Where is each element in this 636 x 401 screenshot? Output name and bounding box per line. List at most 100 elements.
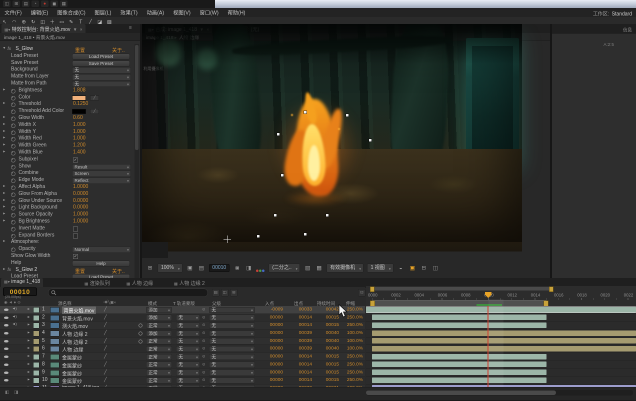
layer-stretch-value[interactable]: 250.0%	[341, 377, 363, 383]
layer-stretch-value[interactable]: 100.0%	[341, 330, 363, 336]
quality-icon[interactable]: ╱	[104, 354, 107, 360]
effect-control-point[interactable]	[274, 214, 277, 217]
snapshot-icon[interactable]: ◙	[233, 264, 241, 272]
audio-icon[interactable]: ◄)	[12, 307, 17, 311]
twirl-icon[interactable]: ►	[3, 122, 6, 126]
camera-dropdown[interactable]: 有效摄像机▼	[327, 264, 364, 273]
parent-pickwhip-icon[interactable]: ⊙	[202, 323, 205, 328]
mode-dropdown[interactable]: 正常▼	[146, 346, 172, 352]
layer-stretch-value[interactable]: 100.0%	[341, 346, 363, 352]
roi-icon[interactable]: ▧	[304, 264, 312, 272]
property-dropdown[interactable]: 无▼	[72, 74, 131, 80]
parent-pickwhip-icon[interactable]: ⊙	[202, 331, 205, 336]
stopwatch-icon[interactable]	[11, 172, 16, 177]
property-value[interactable]: 1.200	[73, 143, 86, 149]
audio-icon[interactable]: ◄)	[12, 323, 17, 327]
channel-icon[interactable]	[256, 266, 265, 271]
layer-duration-bar[interactable]	[372, 346, 636, 352]
property-value[interactable]: 1.0000	[73, 218, 88, 224]
property-dropdown[interactable]: Normal▼	[72, 247, 131, 253]
safe-guides-icon[interactable]: ▣	[186, 264, 194, 272]
mode-dropdown[interactable]: 正常▼	[146, 322, 172, 328]
timeline-view-icon-2[interactable]: ◫	[221, 289, 229, 297]
stopwatch-icon[interactable]	[11, 220, 16, 225]
layer-duration-bar[interactable]	[372, 362, 547, 368]
color-swatch[interactable]	[72, 95, 86, 100]
titlebar-app-icon[interactable]: ▦	[60, 1, 68, 8]
layer-duration-value[interactable]: 00040	[315, 330, 339, 336]
twirl-icon[interactable]: ►	[3, 88, 6, 92]
label-color-chip[interactable]	[33, 346, 40, 352]
layer-row[interactable]: ►7金属蒙纱╱正常▼无▼⊙无▼000000001400015250.0%	[0, 353, 365, 361]
trkmat-dropdown[interactable]: 无▼	[176, 322, 200, 328]
mode-dropdown[interactable]: 添加▼	[146, 307, 172, 313]
twirl-icon[interactable]: ►	[3, 191, 6, 195]
stopwatch-icon[interactable]	[11, 158, 16, 163]
scrollbar-thumb[interactable]	[366, 391, 556, 396]
layer-duration-value[interactable]: 00015	[315, 314, 339, 320]
stopwatch-icon[interactable]	[11, 165, 16, 170]
mode-dropdown[interactable]: 正常▼	[146, 354, 172, 360]
property-dropdown[interactable]: 无▼	[72, 67, 131, 73]
layer-out-value[interactable]: 00014	[287, 361, 312, 367]
visibility-eye-icon[interactable]	[4, 340, 9, 343]
layer-twirl-icon[interactable]: ►	[27, 331, 30, 335]
layer-out-value[interactable]: 00014	[287, 354, 312, 360]
grid-icon[interactable]: ▤	[197, 264, 205, 272]
stopwatch-icon[interactable]	[11, 103, 16, 108]
trkmat-dropdown[interactable]: 无▼	[176, 330, 200, 336]
effect-control-point[interactable]	[326, 214, 329, 217]
timeline-search-input[interactable]	[48, 289, 208, 298]
titlebar-app-icon[interactable]: ◼	[51, 1, 59, 8]
property-value[interactable]: 0.60	[73, 115, 83, 121]
layer-duration-value[interactable]: 00040	[315, 346, 339, 352]
quality-icon[interactable]: ╱	[104, 377, 107, 383]
layer-row[interactable]: ►6人物 边缘╱正常▼无▼⊙无▼000000003900040100.0%	[0, 345, 365, 353]
visibility-eye-icon[interactable]	[4, 363, 9, 366]
twirl-icon[interactable]: ►	[3, 115, 6, 119]
parent-dropdown[interactable]: 无▼	[209, 377, 255, 383]
parent-pickwhip-icon[interactable]: ⊙	[202, 378, 205, 383]
visibility-eye-icon[interactable]	[4, 309, 9, 312]
twirl-icon[interactable]: ►	[3, 205, 6, 209]
label-color-chip[interactable]	[33, 331, 40, 337]
eyedropper-icon[interactable]: ╱	[90, 95, 99, 100]
layer-duration-value[interactable]: 00015	[315, 361, 339, 367]
label-color-chip[interactable]	[33, 370, 40, 376]
effect-control-point[interactable]	[304, 233, 307, 236]
layer-in-value[interactable]: 00000	[257, 314, 283, 320]
twirl-icon[interactable]: ►	[3, 150, 6, 154]
twirl-icon[interactable]: ►	[3, 240, 6, 244]
stopwatch-icon[interactable]	[11, 185, 16, 190]
stopwatch-icon[interactable]	[11, 179, 16, 184]
property-dropdown[interactable]: Reflect▼	[72, 178, 131, 184]
layer-out-value[interactable]: 00033	[287, 307, 312, 313]
timeline-hscrollbar[interactable]	[366, 390, 633, 396]
layer-stretch-value[interactable]: 250.0%	[341, 322, 363, 328]
titlebar-app-icon[interactable]: ◔	[32, 1, 40, 8]
quality-icon[interactable]: ╱	[104, 314, 107, 320]
stopwatch-icon[interactable]	[11, 151, 16, 156]
twirl-icon[interactable]: ►	[3, 212, 6, 216]
property-checkbox[interactable]	[73, 226, 78, 231]
layer-duration-value[interactable]: 00040	[315, 338, 339, 344]
layer-duration-value[interactable]: 00015	[315, 354, 339, 360]
label-color-chip[interactable]	[33, 307, 40, 313]
stopwatch-icon[interactable]	[11, 96, 16, 101]
effect-control-point[interactable]	[277, 133, 280, 136]
effect-name[interactable]: S_Glow	[16, 46, 34, 52]
parent-dropdown[interactable]: 无▼	[209, 354, 255, 360]
effect-name[interactable]: S_Glow 2	[16, 267, 38, 273]
goal-icon[interactable]: ◒	[397, 264, 405, 272]
comp-marker-icon[interactable]: ⊡	[358, 289, 366, 297]
label-color-chip[interactable]	[33, 362, 40, 368]
twirl-icon[interactable]: ►	[3, 267, 6, 271]
visibility-eye-icon[interactable]	[4, 316, 9, 319]
layer-twirl-icon[interactable]: ►	[27, 308, 30, 312]
titlebar-app-icon[interactable]: ▤	[22, 1, 30, 8]
stopwatch-icon[interactable]	[11, 234, 16, 239]
property-value[interactable]: 0.0000	[73, 198, 88, 204]
quality-icon[interactable]: ╱	[104, 346, 107, 352]
label-color-chip[interactable]	[33, 338, 40, 344]
effect-panel-scrollbar[interactable]	[135, 44, 140, 278]
